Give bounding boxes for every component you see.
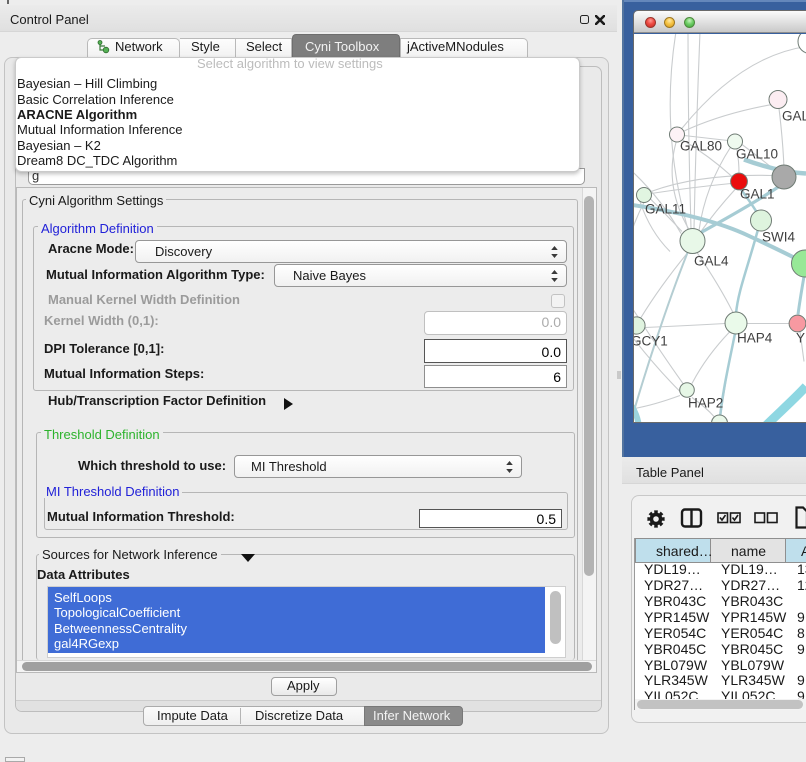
- svg-text:GAL: GAL: [782, 108, 806, 123]
- svg-text:GAL10: GAL10: [736, 146, 778, 161]
- svg-text:GCY1: GCY1: [634, 333, 668, 348]
- svg-text:HAP2: HAP2: [688, 395, 723, 410]
- svg-text:GAL11: GAL11: [645, 201, 686, 216]
- svg-text:GAL80: GAL80: [680, 138, 722, 153]
- svg-text:GAL4: GAL4: [694, 253, 729, 268]
- svg-text:HAP4: HAP4: [737, 330, 773, 345]
- svg-text:GAL1: GAL1: [740, 186, 775, 201]
- svg-text:SWI4: SWI4: [762, 229, 795, 244]
- svg-text:Y: Y: [796, 330, 805, 345]
